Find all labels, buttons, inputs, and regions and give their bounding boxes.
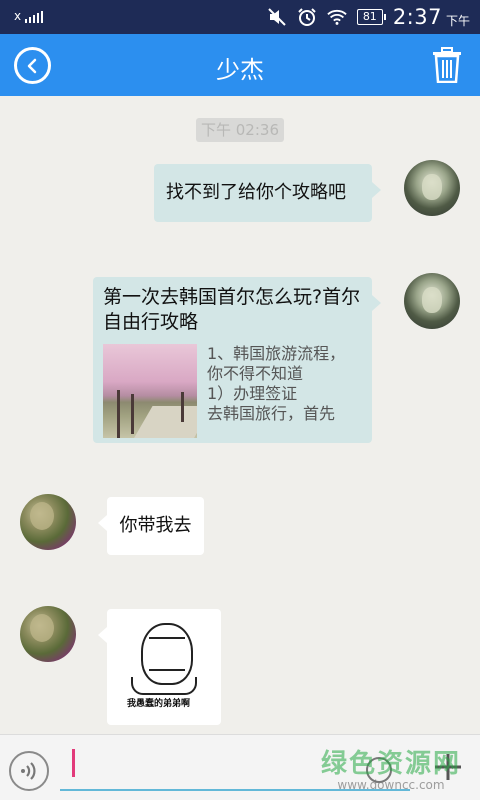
- message-bubble-outgoing[interactable]: 找不到了给你个攻略吧: [154, 164, 381, 222]
- link-card-message[interactable]: 第一次去韩国首尔怎么玩?首尔自由行攻略 1、韩国旅游流程， 你不得不知道 1）办…: [93, 277, 381, 443]
- voice-button[interactable]: [9, 751, 49, 791]
- page-title: 少杰: [216, 56, 264, 84]
- message-bubble-incoming[interactable]: 你带我去: [98, 497, 204, 555]
- link-card-title: 第一次去韩国首尔怎么玩?首尔自由行攻略: [103, 286, 361, 333]
- emoji-icon[interactable]: [366, 757, 392, 783]
- link-card-line: 你不得不知道: [207, 364, 304, 383]
- add-button[interactable]: [430, 749, 466, 785]
- sticker-message[interactable]: 我愚蠢的弟弟啊: [98, 609, 221, 725]
- message-timestamp: 下午 02:36: [196, 118, 284, 142]
- message-input[interactable]: [60, 745, 410, 791]
- status-bar: x 81 2:37 下午: [0, 0, 480, 34]
- meme-sticker-image: 我愚蠢的弟弟啊: [121, 617, 207, 717]
- my-avatar[interactable]: [404, 160, 460, 216]
- message-text: 你带我去: [119, 515, 192, 536]
- clock: 2:37: [392, 5, 442, 29]
- mute-icon: [267, 7, 287, 27]
- text-caret: [72, 749, 75, 777]
- link-card-summary: 1、韩国旅游流程， 你不得不知道 1）办理签证 去韩国旅行，首先: [207, 344, 367, 438]
- link-card-thumbnail: [103, 344, 197, 438]
- link-card-line: 1、韩国旅游流程，: [207, 344, 346, 363]
- wifi-icon: [327, 7, 347, 27]
- friend-avatar[interactable]: [20, 606, 76, 662]
- link-card-line: 1）办理签证: [207, 384, 298, 403]
- plus-icon: [435, 754, 461, 780]
- message-list[interactable]: 下午 02:36 找不到了给你个攻略吧 第一次去韩国首尔怎么玩?首尔自由行攻略 …: [0, 96, 480, 734]
- clock-ampm: 下午: [445, 13, 470, 28]
- input-bar: 绿色资源网 www.downcc.com: [0, 734, 480, 800]
- delete-button[interactable]: [432, 47, 462, 84]
- trash-icon: [433, 47, 461, 84]
- alarm-icon: [297, 7, 317, 27]
- voice-icon: [21, 762, 36, 780]
- my-avatar[interactable]: [404, 273, 460, 329]
- battery-level: 81: [362, 10, 377, 23]
- sticker-caption: 我愚蠢的弟弟啊: [127, 699, 191, 709]
- chat-header: 少杰: [0, 34, 480, 96]
- signal-indicator: x: [14, 9, 44, 23]
- link-card-line: 去韩国旅行，首先: [207, 404, 336, 423]
- message-text: 找不到了给你个攻略吧: [166, 182, 346, 203]
- carrier-label: x: [14, 9, 22, 23]
- battery-icon: 81: [356, 9, 386, 25]
- friend-avatar[interactable]: [20, 494, 76, 550]
- signal-icon: [25, 9, 44, 23]
